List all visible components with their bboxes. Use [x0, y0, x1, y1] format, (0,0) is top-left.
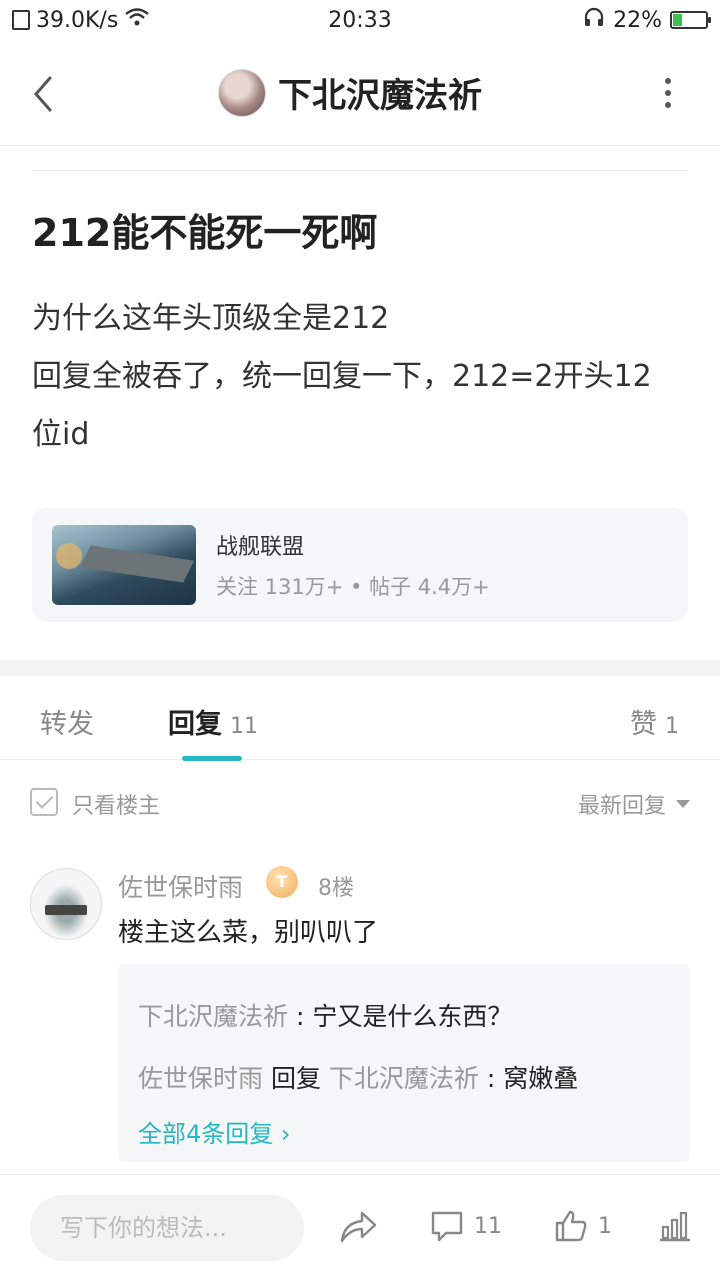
- tab-forward[interactable]: 转发: [40, 702, 94, 741]
- status-right: 22%: [408, 7, 711, 33]
- bar-chart-icon: [660, 1211, 690, 1242]
- sub-reply-text: 窝嫩叠: [503, 1064, 579, 1093]
- more-dot-icon: [665, 90, 671, 96]
- nav-bar: 下北沢魔法祈: [0, 40, 720, 146]
- sub-reply-text: 宁又是什么东西？: [312, 1002, 513, 1031]
- tab-like-count: 1: [665, 714, 679, 739]
- all-replies-link[interactable]: 全部4条回复 ›: [138, 1114, 670, 1149]
- sub-reply-mid: 回复: [263, 1064, 329, 1093]
- forum-thumbnail: [52, 525, 196, 605]
- like-button[interactable]: 1: [554, 1209, 612, 1243]
- share-icon: [340, 1211, 377, 1243]
- divider: [32, 170, 688, 171]
- tab-bar: 转发 回复 11 赞1: [0, 676, 720, 761]
- tab-reply[interactable]: 回复 11: [168, 702, 258, 741]
- stats-button[interactable]: [658, 1209, 692, 1243]
- page-title: 下北沢魔法祈: [278, 76, 482, 116]
- only-op-checkbox[interactable]: [30, 788, 58, 816]
- more-dot-icon: [665, 78, 671, 84]
- wifi-icon: [124, 7, 150, 33]
- forum-info: 战舰联盟 关注 131万+ • 帖子 4.4万+: [216, 529, 490, 601]
- post-body-line: 为什么这年头顶级全是212: [32, 301, 390, 336]
- section-gap: [0, 660, 720, 676]
- thumbs-up-icon: [555, 1210, 587, 1242]
- like-count: 1: [598, 1213, 612, 1239]
- sub-reply-target[interactable]: 下北沢魔法祈: [329, 1064, 479, 1093]
- headphones-icon: [583, 7, 605, 33]
- tab-like-label: 赞: [630, 709, 657, 740]
- back-button[interactable]: [28, 74, 58, 114]
- sub-reply[interactable]: 佐世保时雨 回复 下北沢魔法祈 : 窝嫩叠: [138, 1048, 670, 1110]
- comment-button[interactable]: 11: [430, 1209, 502, 1243]
- more-menu-button[interactable]: [662, 78, 674, 108]
- battery-icon: [670, 11, 711, 29]
- level-badge-icon: T: [266, 866, 298, 898]
- filter-row: 只看楼主 最新回复: [0, 780, 720, 824]
- sort-label: 最新回复: [577, 794, 666, 819]
- sub-reply-sep: :: [478, 1064, 504, 1093]
- avatar[interactable]: [30, 868, 102, 940]
- tab-forward-label: 转发: [40, 709, 94, 740]
- reply-author[interactable]: 佐世保时雨: [118, 868, 243, 904]
- only-op-label[interactable]: 只看楼主: [72, 788, 160, 820]
- forum-card[interactable]: 战舰联盟 关注 131万+ • 帖子 4.4万+: [32, 508, 688, 622]
- post-body-line: 回复全被吞了，统一回复一下，212=2开头12: [32, 359, 652, 394]
- post-title: 212能不能死一死啊: [32, 211, 378, 255]
- notification-icon: [12, 10, 30, 30]
- comment-count: 11: [474, 1213, 502, 1239]
- nav-user[interactable]: 下北沢魔法祈: [218, 68, 482, 117]
- caret-down-icon: [676, 800, 690, 808]
- bottom-bar: 写下你的想法... 11 1: [0, 1174, 720, 1280]
- more-dot-icon: [665, 102, 671, 108]
- sub-reply-sep: :: [288, 1002, 313, 1031]
- forum-name: 战舰联盟: [216, 535, 305, 560]
- forum-stats: 关注 131万+ • 帖子 4.4万+: [216, 575, 490, 599]
- sub-reply-author[interactable]: 下北沢魔法祈: [138, 1002, 288, 1031]
- chevron-left-icon: [34, 76, 52, 112]
- tab-like[interactable]: 赞1: [630, 702, 679, 741]
- sub-replies[interactable]: 下北沢魔法祈 : 宁又是什么东西？ 佐世保时雨 回复 下北沢魔法祈 : 窝嫩叠 …: [118, 964, 690, 1162]
- comment-icon: [431, 1211, 463, 1242]
- network-speed: 39.0K/s: [36, 7, 119, 33]
- tab-reply-count: 11: [230, 714, 258, 739]
- reply-content[interactable]: 楼主这么菜，别叭叭了: [118, 912, 378, 949]
- post-body: 为什么这年头顶级全是212 回复全被吞了，统一回复一下，212=2开头12 位i…: [32, 290, 692, 464]
- clock: 20:33: [328, 7, 392, 33]
- reply-floor: 8楼: [318, 876, 354, 901]
- sub-reply-author[interactable]: 佐世保时雨: [138, 1064, 263, 1093]
- tab-active-indicator: [182, 756, 242, 761]
- avatar[interactable]: [218, 68, 266, 117]
- status-left: 39.0K/s: [12, 7, 312, 33]
- post-body-line: 位id: [32, 417, 90, 452]
- share-button[interactable]: [338, 1209, 378, 1245]
- battery-percent: 22%: [613, 7, 662, 33]
- status-bar: 39.0K/s 20:33 22%: [0, 0, 720, 40]
- tab-reply-label: 回复: [168, 709, 222, 740]
- sort-dropdown[interactable]: 最新回复: [578, 788, 690, 820]
- sub-reply[interactable]: 下北沢魔法祈 : 宁又是什么东西？: [138, 986, 670, 1048]
- comment-input[interactable]: 写下你的想法...: [30, 1195, 304, 1261]
